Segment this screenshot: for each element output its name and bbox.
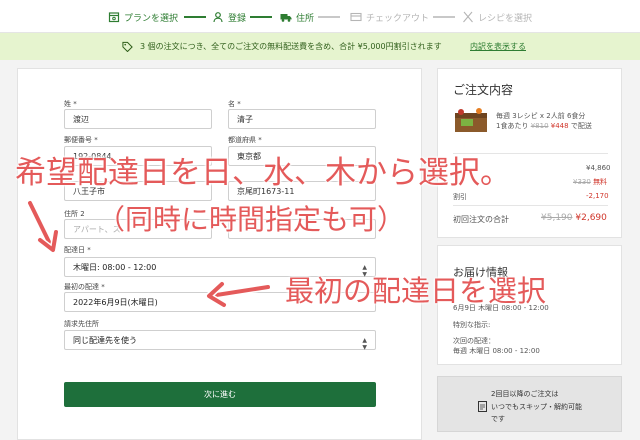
next-button[interactable]: 次に進む — [64, 382, 376, 407]
skip-anytime-box: 2回目以降のご注文は いつでもスキップ・解約可能 です — [437, 376, 622, 432]
last-name-input[interactable]: 渡辺 — [64, 109, 212, 129]
promo-details-link[interactable]: 内訳を表示する — [470, 41, 526, 52]
plan-old-price: ¥810 — [530, 122, 549, 130]
card-icon — [350, 12, 362, 22]
skip-line3: です — [491, 415, 505, 423]
billing-address-label: 請求先住所 — [64, 320, 99, 328]
promo-text: 3 個の注文につき、全てのご注文の無料配送費を含め、合計 ¥5,000円割引され… — [140, 42, 442, 51]
step-connector — [184, 16, 206, 18]
discount-label: 割引 — [453, 193, 467, 201]
address2-label: 住所 2 — [64, 210, 85, 218]
utensils-icon — [463, 11, 473, 23]
truck-icon — [280, 14, 292, 22]
checkout-progress-bar: プランを選択 登録 住所 チェックアウト レシピを選択 — [0, 0, 640, 33]
select-arrow-icon: ▲ ▼ — [362, 337, 367, 351]
subtotal-value: ¥4,860 — [586, 164, 611, 172]
step-address[interactable]: 住所 — [280, 9, 314, 25]
plan-description: 毎週 3レシピ x 2人前 6食分 — [496, 112, 586, 120]
first-name-label: 名 * — [228, 100, 241, 108]
first-name-input[interactable]: 清子 — [228, 109, 376, 129]
store-icon — [108, 12, 120, 23]
prefecture-label: 都道府県 * — [228, 136, 262, 144]
shipping-value: ¥330 無料 — [573, 177, 607, 187]
step-label: チェックアウト — [366, 13, 430, 24]
step-label: 住所 — [296, 13, 315, 24]
step-connector — [250, 16, 272, 18]
postal-code-label: 郵便番号 * — [64, 136, 98, 144]
chevron-down-icon[interactable]: ⌄ — [503, 40, 510, 49]
step-checkout: チェックアウト — [350, 9, 429, 25]
next-delivery-value: 毎週 木曜日 08:00 - 12:00 — [453, 347, 540, 355]
tag-icon — [122, 41, 133, 52]
document-icon — [478, 401, 487, 412]
shipping-old: ¥330 — [573, 178, 591, 186]
address-form: 姓 * 渡辺 名 * 清子 郵便番号 * 192-0844 都道府県 * 東京都… — [17, 68, 422, 440]
annotation-main: 希望配達日を日、水、木から選択。 — [15, 155, 511, 191]
next-delivery-label: 次回の配達： — [453, 337, 495, 345]
divider — [453, 205, 608, 206]
first-delivery-label: 最初の配達 * — [64, 283, 105, 291]
step-register[interactable]: 登録 — [212, 9, 246, 25]
total-value: ¥5,190 ¥2,690 — [541, 213, 607, 223]
step-connector — [433, 16, 455, 18]
discount-value: -2,170 — [586, 192, 609, 200]
step-connector — [318, 16, 340, 18]
shipping-free: 無料 — [593, 178, 608, 186]
billing-address-select[interactable]: 同じ配達先を使う ▲ ▼ — [64, 330, 376, 351]
first-delivery-value: 2022年6月9日(木曜日) — [73, 297, 158, 307]
total-label: 初回注文の合計 — [453, 215, 509, 224]
plan-new-price: ¥448 — [550, 122, 569, 130]
plan-price-prefix: 1食あたり — [496, 122, 529, 130]
person-icon — [213, 12, 223, 23]
annotation-first-delivery: 最初の配達日を選択 — [285, 274, 547, 308]
step-label: プランを選択 — [124, 13, 179, 24]
summary-title: ご注文内容 — [453, 83, 514, 97]
total-new: ¥2,690 — [575, 213, 607, 223]
delivery-day-value: 木曜日: 08:00 - 12:00 — [73, 262, 157, 272]
billing-address-value: 同じ配達先を使う — [73, 335, 137, 345]
promo-banner: 3 個の注文につき、全てのご注文の無料配送費を含め、合計 ¥5,000円割引され… — [0, 33, 640, 60]
step-label: 登録 — [228, 13, 247, 24]
last-name-label: 姓 * — [64, 100, 77, 108]
step-plan[interactable]: プランを選択 — [108, 9, 178, 25]
step-label: レシピを選択 — [478, 13, 533, 24]
skip-line2: いつでもスキップ・解約可能 — [491, 403, 582, 411]
instructions-label: 特別な指示: — [453, 321, 491, 329]
skip-line1: 2回目以降のご注文は — [491, 390, 559, 398]
delivery-day-label: 配達日 * — [64, 246, 91, 254]
total-old: ¥5,190 — [541, 213, 573, 223]
annotation-sub: （同時に時間指定も可） — [97, 203, 406, 236]
step-recipes: レシピを選択 — [462, 9, 532, 25]
plan-price-suffix: で配送 — [570, 122, 592, 130]
meal-box-image — [455, 108, 487, 132]
plan-price-line: 1食あたり ¥810 ¥448 で配送 — [496, 121, 592, 131]
